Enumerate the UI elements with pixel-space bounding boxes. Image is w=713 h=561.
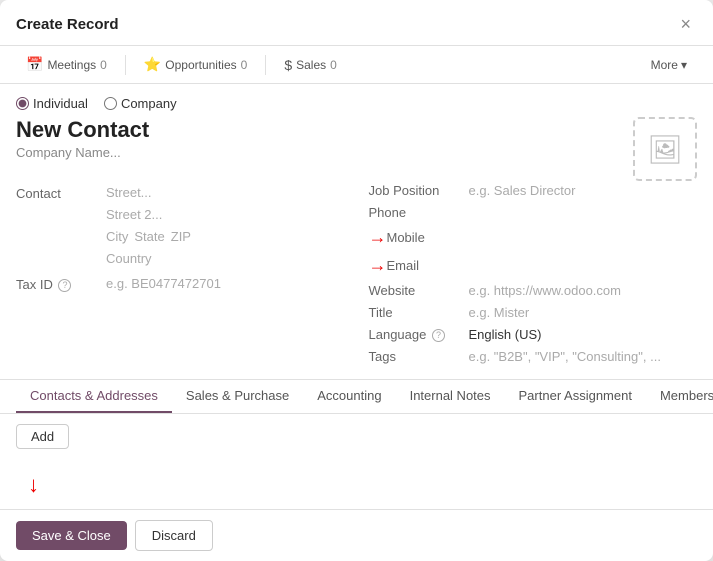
street2-input[interactable]: Street 2...: [106, 205, 345, 224]
toolbar-divider-2: [265, 55, 266, 75]
tags-input[interactable]: e.g. "B2B", "VIP", "Consulting", ...: [469, 349, 661, 364]
tabs-bar: Contacts & Addresses Sales & Purchase Ac…: [0, 379, 713, 414]
down-arrow-icon: ↓: [28, 472, 39, 498]
company-radio[interactable]: [104, 97, 117, 110]
tab-internal-notes[interactable]: Internal Notes: [396, 380, 505, 413]
opportunities-label: Opportunities: [165, 58, 236, 72]
job-position-input[interactable]: e.g. Sales Director: [469, 183, 576, 198]
contact-type-group: Individual Company: [16, 96, 697, 111]
job-position-row: Job Position e.g. Sales Director: [369, 183, 698, 198]
tab-partner-assignment[interactable]: Partner Assignment: [505, 380, 646, 413]
website-row: Website e.g. https://www.odoo.com: [369, 283, 698, 298]
create-record-dialog: Create Record × 📅 Meetings 0 ⭐ Opportuni…: [0, 0, 713, 561]
meetings-count: 0: [100, 58, 107, 72]
contact-label: Contact: [16, 183, 106, 201]
sales-count: 0: [330, 58, 337, 72]
tab-sales-purchase[interactable]: Sales & Purchase: [172, 380, 303, 413]
contact-name: New Contact: [16, 117, 149, 143]
contact-inputs: Street... Street 2... City State ZIP Cou…: [106, 183, 345, 268]
dollar-icon: $: [284, 57, 292, 73]
language-value[interactable]: English (US): [469, 327, 542, 342]
title-row: Title e.g. Mister: [369, 305, 698, 320]
tax-id-input[interactable]: e.g. BE0477472701: [106, 274, 221, 293]
city-input[interactable]: City: [106, 227, 128, 246]
calendar-icon: 📅: [26, 56, 43, 73]
discard-button[interactable]: Discard: [135, 520, 213, 551]
toolbar-divider-1: [125, 55, 126, 75]
company-radio-label[interactable]: Company: [104, 96, 177, 111]
right-fields: Job Position e.g. Sales Director Phone →…: [369, 183, 698, 371]
zip-input[interactable]: ZIP: [171, 227, 191, 246]
contact-field-row: Contact Street... Street 2... City State…: [16, 183, 345, 268]
meetings-button[interactable]: 📅 Meetings 0: [16, 52, 117, 77]
sales-label: Sales: [296, 58, 326, 72]
state-input[interactable]: State: [134, 227, 164, 246]
more-button[interactable]: More ▾: [641, 54, 697, 76]
form-title-row: New Contact Company Name... 🖼: [16, 117, 697, 181]
tab-content-area: Add: [16, 414, 697, 459]
opportunities-button[interactable]: ⭐ Opportunities 0: [134, 52, 258, 77]
tab-membership[interactable]: Membership: [646, 380, 713, 413]
phone-row: Phone: [369, 205, 698, 220]
mobile-row: → Mobile: [369, 227, 698, 248]
country-input[interactable]: Country: [106, 249, 345, 268]
company-label: Company: [121, 96, 177, 111]
dialog-title: Create Record: [16, 16, 119, 33]
toolbar: 📅 Meetings 0 ⭐ Opportunities 0 $ Sales 0…: [0, 46, 713, 84]
more-label: More: [651, 58, 678, 72]
individual-radio[interactable]: [16, 97, 29, 110]
avatar-upload[interactable]: 🖼: [633, 117, 697, 181]
tags-row: Tags e.g. "B2B", "VIP", "Consulting", ..…: [369, 349, 698, 364]
form-body: Individual Company New Contact Company N…: [0, 84, 713, 509]
language-label: Language ?: [369, 327, 469, 342]
mobile-label: Mobile: [387, 230, 487, 245]
phone-label: Phone: [369, 205, 469, 220]
opportunities-count: 0: [241, 58, 248, 72]
individual-label: Individual: [33, 96, 88, 111]
dialog-footer: ↓ Save & Close Discard: [0, 509, 713, 561]
title-label: Title: [369, 305, 469, 320]
meetings-label: Meetings: [47, 58, 96, 72]
city-state-zip-row: City State ZIP: [106, 227, 345, 246]
camera-plus-icon: 🖼: [647, 133, 683, 166]
star-icon: ⭐: [144, 56, 161, 73]
individual-radio-label[interactable]: Individual: [16, 96, 88, 111]
job-position-label: Job Position: [369, 183, 469, 198]
website-input[interactable]: e.g. https://www.odoo.com: [469, 283, 621, 298]
language-row: Language ? English (US): [369, 327, 698, 342]
company-name-field[interactable]: Company Name...: [16, 145, 149, 160]
email-row: → Email: [369, 255, 698, 276]
title-input[interactable]: e.g. Mister: [469, 305, 530, 320]
mobile-arrow-icon: →: [369, 227, 387, 248]
language-help-icon[interactable]: ?: [432, 329, 445, 342]
tab-accounting[interactable]: Accounting: [303, 380, 395, 413]
email-arrow-icon: →: [369, 255, 387, 276]
tax-id-label: Tax ID ?: [16, 274, 106, 292]
save-close-button[interactable]: Save & Close: [16, 521, 127, 550]
add-button[interactable]: Add: [16, 424, 69, 449]
street-input[interactable]: Street...: [106, 183, 345, 202]
tab-contacts[interactable]: Contacts & Addresses: [16, 380, 172, 413]
email-label: Email: [387, 258, 487, 273]
dialog-header: Create Record ×: [0, 0, 713, 46]
sales-button[interactable]: $ Sales 0: [274, 53, 347, 77]
close-button[interactable]: ×: [674, 12, 697, 37]
fields-section: Contact Street... Street 2... City State…: [16, 183, 697, 371]
tax-id-row: Tax ID ? e.g. BE0477472701: [16, 274, 345, 293]
tags-label: Tags: [369, 349, 469, 364]
left-fields: Contact Street... Street 2... City State…: [16, 183, 345, 371]
tax-id-help-icon[interactable]: ?: [58, 279, 71, 292]
website-label: Website: [369, 283, 469, 298]
chevron-down-icon: ▾: [681, 58, 687, 72]
